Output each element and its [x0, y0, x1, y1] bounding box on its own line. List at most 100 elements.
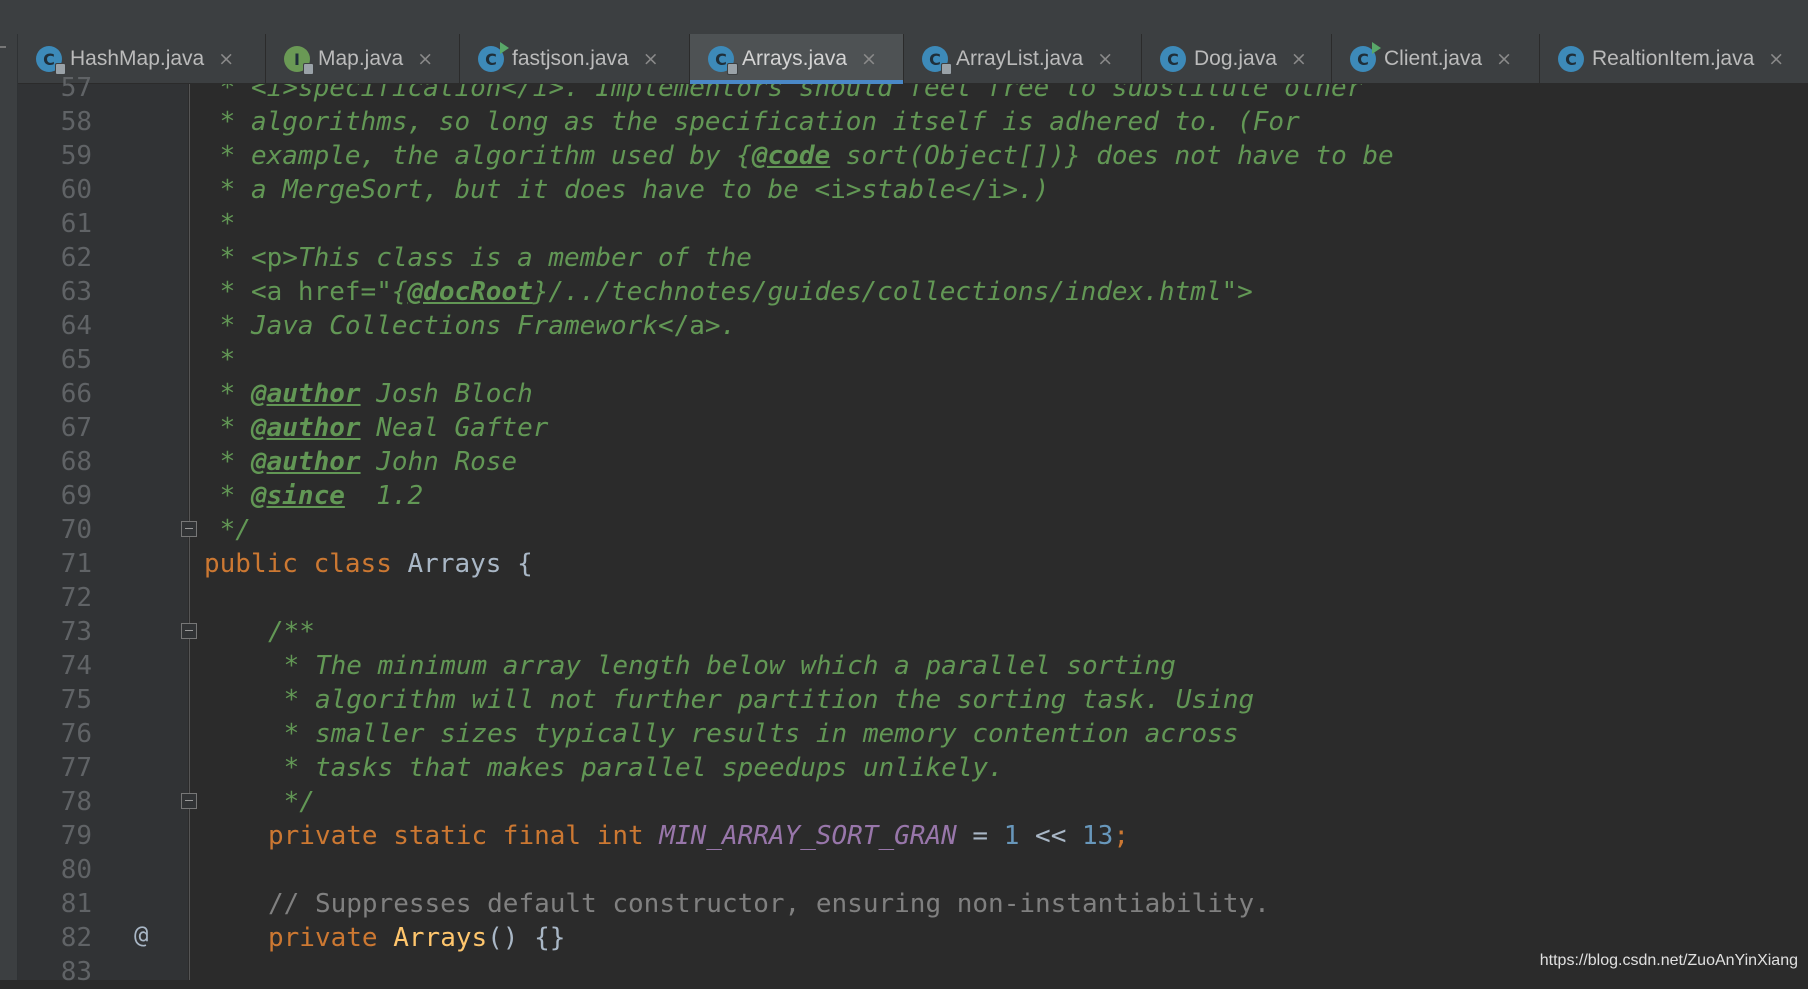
- code-line-66[interactable]: * @author Josh Bloch: [204, 377, 533, 411]
- comment-text: *: [204, 447, 251, 477]
- code-line-78[interactable]: */: [268, 785, 315, 819]
- line-number: 64: [60, 311, 92, 341]
- class-file-icon: C: [922, 46, 952, 75]
- javadoc-tag: @author: [250, 447, 361, 477]
- code-line-68[interactable]: * @author John Rose: [204, 445, 517, 479]
- code-line-75[interactable]: * algorithm will not further partition t…: [268, 683, 1255, 717]
- tab-map[interactable]: I Map.java ×: [266, 34, 460, 84]
- keyword: public: [204, 549, 298, 579]
- code-line-61[interactable]: *: [204, 207, 236, 241]
- operator: <<: [1019, 821, 1083, 851]
- number-literal: 13: [1082, 821, 1114, 851]
- code-line-59[interactable]: * example, the algorithm used by {@code …: [204, 139, 1394, 173]
- comment-text: * Java Collections Framework: [204, 311, 658, 341]
- line-number: 67: [60, 413, 92, 443]
- line-number: 72: [60, 583, 92, 613]
- comment-text: *: [204, 277, 251, 307]
- tab-label: Dog.java: [1194, 47, 1277, 70]
- code-line-73[interactable]: /**: [268, 615, 315, 649]
- line-number: 70: [60, 515, 92, 545]
- comment-text: *: [204, 413, 251, 443]
- close-icon[interactable]: ×: [218, 48, 234, 70]
- keyword: private: [268, 923, 378, 953]
- tab-label: Arrays.java: [742, 47, 848, 70]
- close-icon[interactable]: ×: [1291, 48, 1307, 70]
- override-annotation-icon[interactable]: @: [134, 918, 148, 952]
- code-line-70[interactable]: */: [204, 513, 251, 547]
- tab-dog[interactable]: C Dog.java ×: [1142, 34, 1332, 84]
- line-number: 61: [60, 209, 92, 239]
- fold-toggle-icon[interactable]: [181, 793, 197, 809]
- class-file-icon: C: [36, 46, 66, 75]
- tab-label: Map.java: [318, 47, 404, 70]
- fold-toggle-icon[interactable]: [181, 623, 197, 639]
- code-line-63[interactable]: * <a href="{@docRoot}/../technotes/guide…: [204, 275, 1253, 309]
- javadoc-tag: @docRoot: [407, 277, 533, 307]
- html-tag: </a>: [657, 311, 721, 341]
- code-line-65[interactable]: *: [204, 343, 236, 377]
- line-number: 57: [60, 73, 92, 103]
- tab-label: RealtionItem.java: [1592, 47, 1755, 70]
- tab-label: Client.java: [1384, 47, 1483, 70]
- line-number: 78: [60, 787, 92, 817]
- code-line-76[interactable]: * smaller sizes typically results in mem…: [268, 717, 1239, 751]
- code-line-60[interactable]: * a MergeSort, but it does have to be <i…: [204, 173, 1050, 207]
- fold-toggle-icon[interactable]: [181, 521, 197, 537]
- tab-fastjson[interactable]: C fastjson.java ×: [460, 34, 690, 84]
- comment-text: .): [1018, 175, 1050, 205]
- code-line-64[interactable]: * Java Collections Framework</a>.: [204, 309, 737, 343]
- tool-window-strip[interactable]: [0, 34, 18, 980]
- code-line-71[interactable]: public class Arrays {: [204, 547, 533, 581]
- editor-tab-bar: C HashMap.java × I Map.java × C fastjson…: [0, 34, 1808, 84]
- code-line-74[interactable]: * The minimum array length below which a…: [268, 649, 1176, 683]
- line-number: 79: [60, 821, 92, 851]
- keyword: class: [313, 549, 392, 579]
- javadoc-tag: @author: [250, 379, 361, 409]
- html-tag: </i>: [955, 175, 1018, 205]
- line-number: 66: [60, 379, 92, 409]
- line-number: 59: [60, 141, 92, 171]
- html-tag: <i>: [814, 175, 862, 205]
- close-icon[interactable]: ×: [643, 48, 659, 70]
- comment-text: *: [204, 481, 251, 511]
- tab-realtionitem[interactable]: C RealtionItem.java ×: [1540, 34, 1808, 84]
- line-number: 71: [60, 549, 92, 579]
- code-line-81[interactable]: // Suppresses default constructor, ensur…: [268, 887, 1270, 921]
- comment-text: * a MergeSort, but it does have to be: [204, 175, 815, 205]
- close-icon[interactable]: ×: [861, 48, 877, 70]
- comment-text: *: [204, 379, 251, 409]
- comment-text: Neal Gafter: [360, 413, 549, 443]
- class-file-icon: C: [708, 46, 738, 75]
- line-number: 82: [60, 923, 92, 953]
- code-line-62[interactable]: * <p>This class is a member of the: [204, 241, 752, 275]
- html-tag: <p>: [250, 243, 298, 273]
- keyword: private static final int: [268, 821, 644, 851]
- tab-client[interactable]: C Client.java ×: [1332, 34, 1540, 84]
- comment-text: sort(Object[])} does not have to be: [830, 141, 1394, 171]
- code-line-69[interactable]: * @since 1.2: [204, 479, 424, 513]
- close-icon[interactable]: ×: [417, 48, 433, 70]
- tab-label: ArrayList.java: [956, 47, 1084, 70]
- line-number: 63: [60, 277, 92, 307]
- comment-text: {: [391, 277, 408, 307]
- html-tag: ">: [1221, 277, 1253, 307]
- close-icon[interactable]: ×: [1496, 48, 1512, 70]
- code-line-82[interactable]: private Arrays() {}: [268, 921, 565, 955]
- number-literal: 1: [1003, 821, 1020, 851]
- close-icon[interactable]: ×: [1097, 48, 1113, 70]
- tab-arrays[interactable]: C Arrays.java ×: [690, 34, 904, 84]
- semicolon: ;: [1113, 821, 1129, 851]
- line-number: 81: [60, 889, 92, 919]
- comment-text: John Rose: [360, 447, 518, 477]
- close-icon[interactable]: ×: [1768, 48, 1784, 70]
- line-number: 60: [60, 175, 92, 205]
- code-line-79[interactable]: private static final int MIN_ARRAY_SORT_…: [268, 819, 1129, 853]
- tab-arraylist[interactable]: C ArrayList.java ×: [904, 34, 1142, 84]
- line-number: 75: [60, 685, 92, 715]
- code-line-58[interactable]: * algorithms, so long as the specificati…: [204, 105, 1300, 139]
- line-number: 73: [60, 617, 92, 647]
- comment-text: }/../technotes/guides/collections/index.…: [532, 277, 1222, 307]
- code-line-77[interactable]: * tasks that makes parallel speedups unl…: [268, 751, 1004, 785]
- javadoc-tag: @code: [751, 141, 831, 171]
- code-line-67[interactable]: * @author Neal Gafter: [204, 411, 549, 445]
